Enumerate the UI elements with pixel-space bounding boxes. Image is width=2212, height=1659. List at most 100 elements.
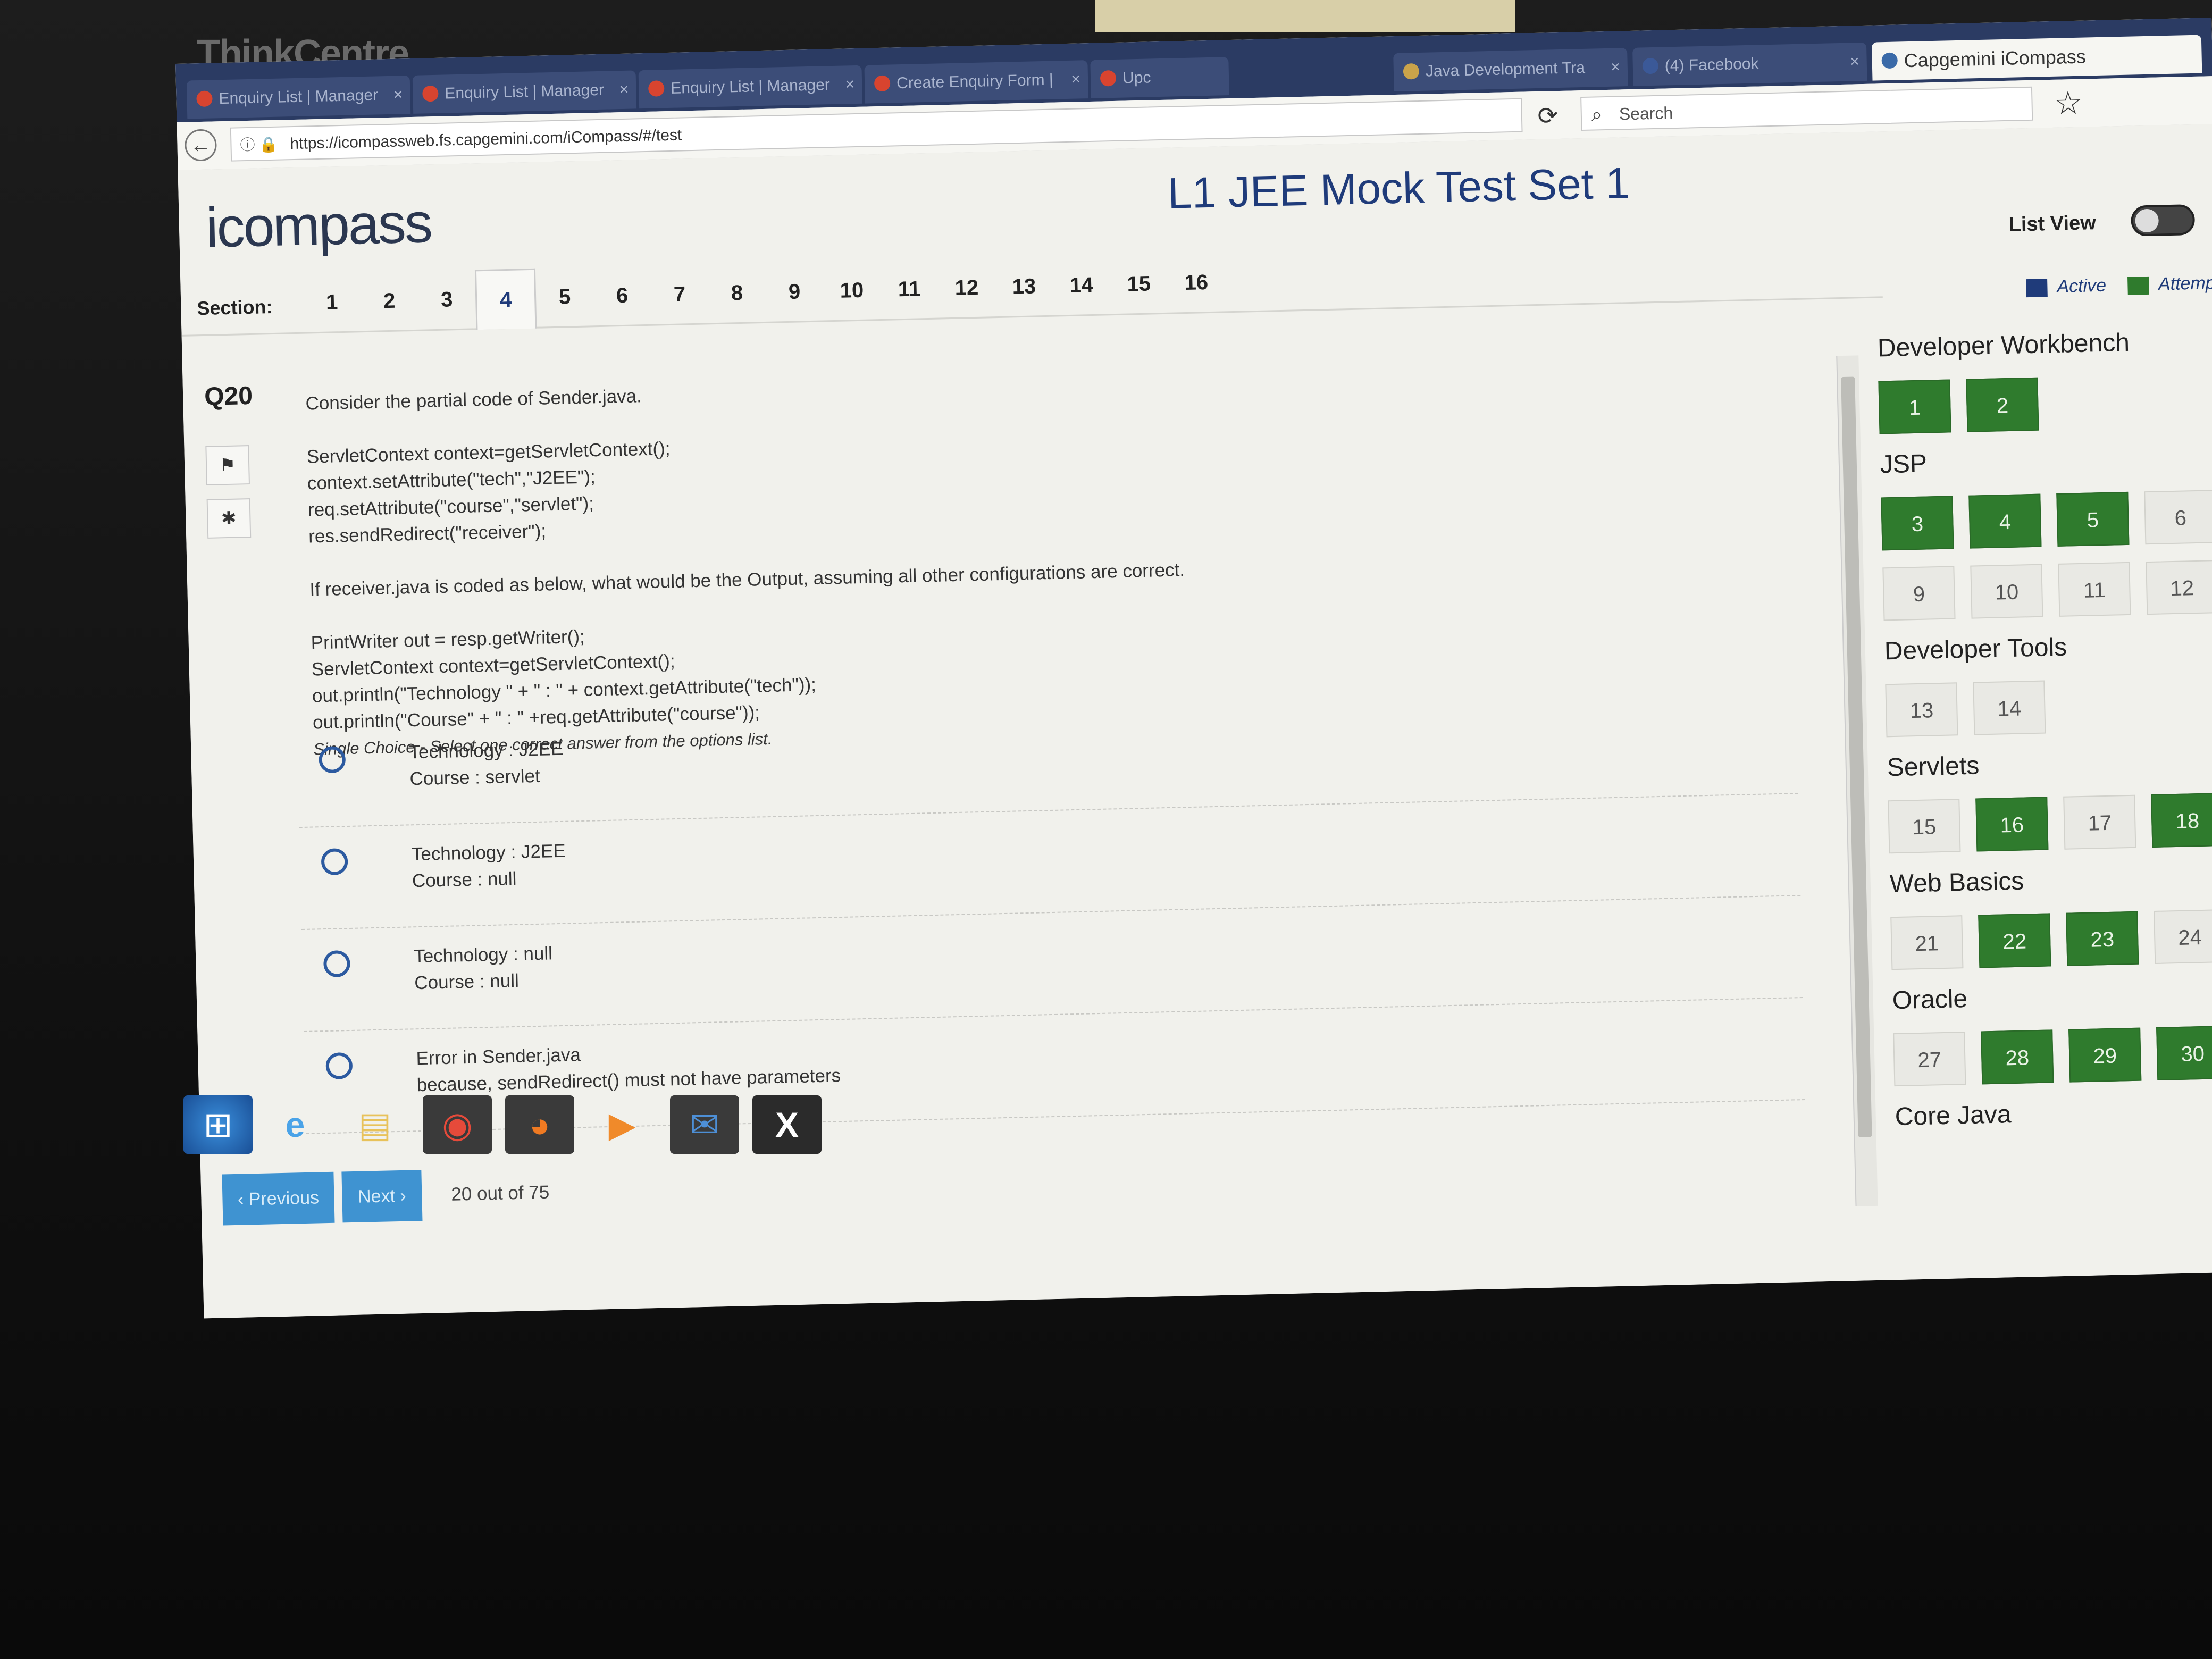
section-tab-4[interactable]: 4: [474, 268, 537, 330]
palette-grid: 3 4 5 6 9 10 11 12: [1871, 489, 2212, 621]
question-cell-attempted[interactable]: 18: [2151, 793, 2212, 848]
palette-group: Developer Workbench 1 2: [1867, 325, 2212, 434]
close-icon[interactable]: ×: [1849, 43, 1859, 81]
section-tab-12[interactable]: 12: [937, 258, 996, 317]
section-tab-15[interactable]: 15: [1110, 254, 1168, 314]
question-cell-attempted[interactable]: 5: [2056, 491, 2130, 547]
palette-group: Web Basics 21 22 23 24: [1880, 861, 2212, 970]
question-cell-attempted[interactable]: 23: [2066, 911, 2139, 966]
question-cell[interactable]: 15: [1888, 799, 1961, 854]
media-player-icon[interactable]: ▶: [588, 1095, 657, 1154]
question-cell-attempted[interactable]: 29: [2068, 1027, 2142, 1083]
legend-swatch: [2026, 279, 2048, 298]
bookmark-star-icon[interactable]: ☆: [2054, 85, 2083, 122]
palette-grid: 21 22 23 24: [1881, 909, 2212, 970]
section-tab-3[interactable]: 3: [417, 270, 476, 329]
icompass-logo: icompass: [205, 191, 432, 259]
excel-icon[interactable]: X: [752, 1095, 822, 1154]
list-view-toggle[interactable]: [2130, 204, 2196, 237]
option-text: Error in Sender.java because, sendRedire…: [416, 1036, 841, 1099]
radio-button[interactable]: [319, 746, 346, 774]
palette-grid: 27 28 29 30: [1883, 1025, 2212, 1087]
section-tab-8[interactable]: 8: [708, 263, 766, 323]
close-icon[interactable]: ×: [619, 71, 629, 109]
section-tab-1[interactable]: 1: [303, 272, 361, 332]
browser-tab[interactable]: Enquiry List | Manager ×: [186, 76, 411, 119]
palette-grid: 12: [1869, 373, 2212, 434]
palette-group: JSP 3 4 5 6 9 10 11 12: [1870, 442, 2212, 621]
tab-favicon-icon: [1881, 52, 1898, 69]
question-cell-attempted[interactable]: 3: [1881, 496, 1954, 551]
browser-tab[interactable]: (4) Facebook ×: [1632, 42, 1867, 86]
back-arrow-icon[interactable]: ←: [184, 129, 217, 162]
bug-report-icon[interactable]: ✱: [206, 498, 252, 539]
radio-button[interactable]: [321, 848, 348, 876]
question-cell-attempted[interactable]: 28: [1981, 1029, 2054, 1085]
question-cell-attempted[interactable]: 16: [1975, 797, 2049, 852]
palette-grid: 13 14: [1875, 676, 2212, 738]
option-line: Course : null: [414, 970, 520, 994]
question-cell[interactable]: 6: [2144, 490, 2212, 545]
search-input[interactable]: ⌕ Search: [1580, 86, 2033, 131]
section-tab-5[interactable]: 5: [535, 267, 594, 326]
browser-tab[interactable]: Enquiry List | Manager ×: [412, 70, 637, 114]
option-text: Technology : J2EE Course : servlet: [409, 736, 564, 793]
palette-group: Developer Tools 13 14: [1874, 629, 2212, 738]
question-cell[interactable]: 24: [2154, 909, 2212, 964]
question-cell[interactable]: 10: [1970, 564, 2043, 619]
option-line: Technology : null: [413, 943, 553, 967]
question-cell-attempted[interactable]: 30: [2156, 1025, 2212, 1080]
question-cell[interactable]: 14: [1973, 680, 2046, 735]
palette-group-title: Developer Tools: [1884, 633, 2067, 666]
internet-explorer-icon[interactable]: e: [261, 1095, 330, 1154]
list-view-label: List View: [2008, 212, 2097, 236]
radio-button[interactable]: [325, 1052, 353, 1080]
section-tab-16[interactable]: 16: [1167, 253, 1226, 312]
section-tab-14[interactable]: 14: [1052, 255, 1111, 315]
question-cell[interactable]: 11: [2058, 562, 2131, 617]
tab-favicon-icon: [648, 80, 665, 97]
file-explorer-icon[interactable]: ▤: [340, 1095, 409, 1154]
section-tab-2[interactable]: 2: [360, 271, 418, 331]
close-icon[interactable]: ×: [1071, 60, 1081, 98]
lock-icon: ⓘ 🔒: [240, 136, 278, 154]
question-cell[interactable]: 12: [2146, 560, 2212, 615]
tab-favicon-icon: [874, 75, 891, 92]
section-tab-6[interactable]: 6: [593, 266, 651, 325]
question-cell-attempted[interactable]: 2: [1966, 377, 2039, 432]
reload-icon[interactable]: ⟳: [1531, 99, 1564, 132]
section-tab-9[interactable]: 9: [765, 262, 824, 321]
question-cell-attempted[interactable]: 22: [1978, 913, 2051, 968]
close-icon[interactable]: ×: [845, 65, 855, 104]
question-cell-attempted[interactable]: 1: [1878, 379, 1951, 434]
palette-grid: 15 16 17 18: [1878, 792, 2212, 854]
chrome-icon[interactable]: ◉: [423, 1095, 492, 1154]
question-cell-attempted[interactable]: 4: [1968, 493, 2042, 549]
previous-button[interactable]: ‹ Previous: [222, 1171, 335, 1226]
question-cell[interactable]: 27: [1893, 1032, 1966, 1087]
section-tab-7[interactable]: 7: [650, 264, 709, 324]
next-button[interactable]: Next ›: [341, 1170, 423, 1223]
browser-tab[interactable]: Enquiry List | Manager ×: [638, 65, 863, 109]
flag-icon[interactable]: ⚑: [205, 445, 250, 485]
question-cell[interactable]: 17: [2063, 794, 2136, 850]
close-icon[interactable]: ×: [1611, 48, 1621, 86]
close-icon[interactable]: ×: [393, 76, 403, 114]
question-cell[interactable]: 13: [1885, 682, 1958, 738]
page-title: L1 JEE Mock Test Set 1: [1167, 159, 1630, 218]
browser-tab[interactable]: Create Enquiry Form | ×: [864, 60, 1088, 104]
outlook-icon[interactable]: ✉: [670, 1095, 739, 1154]
question-cell[interactable]: 9: [1882, 566, 1956, 621]
toggle-knob: [2135, 208, 2159, 233]
windows-start-icon[interactable]: ⊞: [183, 1095, 253, 1154]
section-tab-11[interactable]: 11: [880, 259, 939, 319]
browser-tab[interactable]: Java Development Tra ×: [1393, 48, 1628, 92]
section-tab-13[interactable]: 13: [995, 257, 1053, 316]
firefox-icon[interactable]: ◕: [505, 1095, 574, 1154]
palette-group-title: Core Java: [1895, 1100, 2012, 1132]
section-tab-10[interactable]: 10: [823, 261, 881, 320]
radio-button[interactable]: [323, 950, 351, 978]
browser-tab-active[interactable]: Capgemini iCompass: [1871, 35, 2202, 81]
browser-tab[interactable]: Upc: [1090, 57, 1229, 98]
question-cell[interactable]: 21: [1890, 915, 1964, 970]
